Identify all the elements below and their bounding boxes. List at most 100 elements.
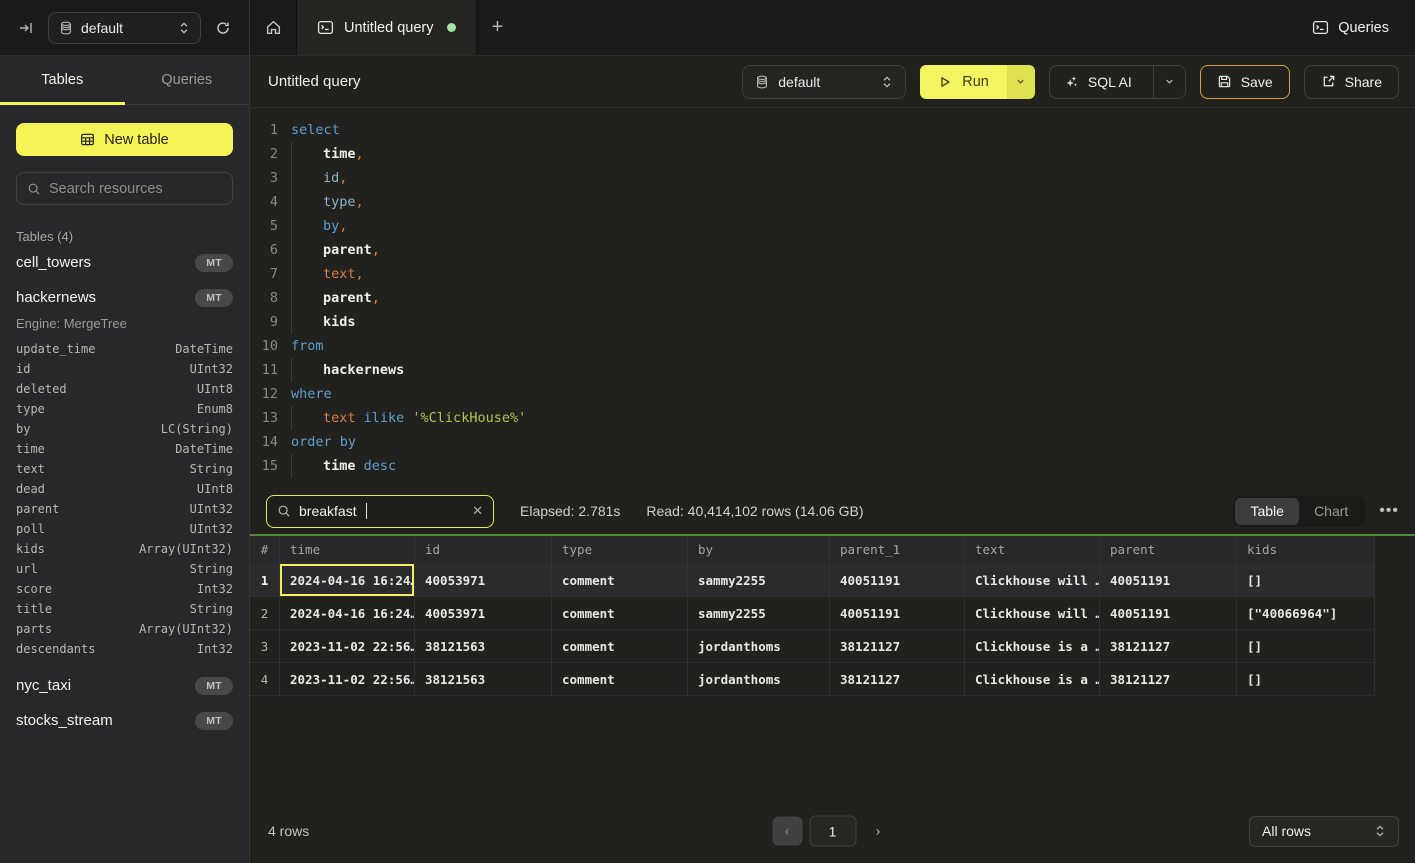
view-toggle-chart[interactable]: Chart bbox=[1299, 498, 1363, 525]
home-tab[interactable] bbox=[250, 0, 296, 55]
table-cell[interactable]: 4 bbox=[250, 663, 280, 696]
sidebar-search[interactable] bbox=[16, 172, 233, 205]
table-cell[interactable]: ["40066964"] bbox=[1237, 597, 1375, 630]
next-page-button[interactable]: › bbox=[863, 817, 893, 846]
table-cell[interactable]: 40051191 bbox=[830, 597, 965, 630]
table-cell[interactable]: 40051191 bbox=[1100, 564, 1237, 597]
selected-cell[interactable]: 2024-04-16 16:24… bbox=[280, 564, 415, 597]
table-cell[interactable]: sammy2255 bbox=[688, 564, 830, 597]
results-search[interactable]: breakfast ✕ bbox=[266, 495, 494, 528]
table-cell[interactable]: Clickhouse will … bbox=[965, 597, 1100, 630]
editor-line[interactable]: 6parent, bbox=[250, 238, 1415, 262]
table-name: stocks_stream bbox=[16, 712, 113, 729]
pagination: ‹ › bbox=[772, 816, 893, 847]
table-cell[interactable]: comment bbox=[552, 630, 688, 663]
table-cell[interactable]: 38121127 bbox=[830, 663, 965, 696]
sidebar-table-cell_towers[interactable]: cell_towersMT bbox=[16, 246, 233, 279]
header-cell: text bbox=[965, 536, 1100, 564]
query-database-selector[interactable]: default bbox=[742, 65, 906, 99]
sidebar-table-hackernews[interactable]: hackernewsMT bbox=[16, 281, 233, 314]
collapse-sidebar-button[interactable] bbox=[14, 16, 38, 40]
prev-page-button[interactable]: ‹ bbox=[772, 817, 802, 846]
sidebar-search-input[interactable] bbox=[49, 181, 222, 197]
table-cell[interactable]: comment bbox=[552, 597, 688, 630]
table-cell[interactable]: 2023-11-02 22:56… bbox=[280, 630, 415, 663]
table-cell[interactable]: 2024-04-16 16:24… bbox=[280, 597, 415, 630]
results-more-button[interactable]: ••• bbox=[1379, 502, 1399, 520]
table-cell[interactable]: Clickhouse will … bbox=[965, 564, 1100, 597]
sidebar-tab-queries[interactable]: Queries bbox=[125, 56, 250, 104]
sidebar-table-nyc_taxi[interactable]: nyc_taxiMT bbox=[16, 669, 233, 702]
run-options-button[interactable] bbox=[1007, 65, 1035, 99]
table-cell[interactable]: 2023-11-02 22:56… bbox=[280, 663, 415, 696]
table-cell[interactable]: Clickhouse is a … bbox=[965, 663, 1100, 696]
editor-line[interactable]: 12where bbox=[250, 382, 1415, 406]
editor-line[interactable]: 1select bbox=[250, 118, 1415, 142]
sql-editor[interactable]: 1select2time,3id,4type,5by,6parent,7text… bbox=[250, 108, 1415, 488]
run-button[interactable]: Run bbox=[920, 65, 1007, 99]
column-type: Array(UInt32) bbox=[139, 542, 233, 556]
editor-line[interactable]: 3id, bbox=[250, 166, 1415, 190]
table-cell[interactable]: [] bbox=[1237, 630, 1375, 663]
table-cell[interactable]: jordanthoms bbox=[688, 630, 830, 663]
table-cell[interactable]: sammy2255 bbox=[688, 597, 830, 630]
header-cell: parent bbox=[1100, 536, 1237, 564]
column-type: Int32 bbox=[197, 642, 233, 656]
table-cell[interactable]: 2 bbox=[250, 597, 280, 630]
view-toggle-table[interactable]: Table bbox=[1235, 498, 1299, 525]
table-cell[interactable]: 3 bbox=[250, 630, 280, 663]
table-cell[interactable]: jordanthoms bbox=[688, 663, 830, 696]
table-cell[interactable]: 1 bbox=[250, 564, 280, 597]
table-cell[interactable]: Clickhouse is a … bbox=[965, 630, 1100, 663]
save-button-label: Save bbox=[1241, 74, 1273, 90]
column-type: String bbox=[190, 562, 233, 576]
save-button[interactable]: Save bbox=[1200, 65, 1290, 99]
editor-line[interactable]: 5by, bbox=[250, 214, 1415, 238]
editor-line[interactable]: 9kids bbox=[250, 310, 1415, 334]
database-selector[interactable]: default bbox=[48, 12, 201, 44]
tab-untitled-query[interactable]: Untitled query bbox=[296, 0, 477, 55]
content: Tables Queries New table Tables (4) cell… bbox=[0, 56, 1415, 863]
database-icon bbox=[755, 75, 769, 89]
editor-line[interactable]: 14order by bbox=[250, 430, 1415, 454]
table-cell[interactable]: [] bbox=[1237, 564, 1375, 597]
editor-line[interactable]: 13text ilike '%ClickHouse%' bbox=[250, 406, 1415, 430]
new-table-button[interactable]: New table bbox=[16, 123, 233, 156]
table-cell[interactable]: 38121127 bbox=[1100, 663, 1237, 696]
sql-ai-options[interactable] bbox=[1153, 66, 1185, 98]
refresh-button[interactable] bbox=[211, 16, 235, 40]
page-size-selector[interactable]: All rows bbox=[1249, 816, 1399, 847]
column-name: id bbox=[16, 362, 30, 376]
share-button[interactable]: Share bbox=[1304, 65, 1399, 99]
run-button-label: Run bbox=[962, 74, 989, 90]
table-cell[interactable]: 40053971 bbox=[415, 597, 552, 630]
table-cell[interactable]: 40051191 bbox=[830, 564, 965, 597]
new-tab-button[interactable]: + bbox=[477, 0, 517, 55]
console-icon bbox=[1312, 19, 1329, 36]
table-cell[interactable]: comment bbox=[552, 663, 688, 696]
editor-line[interactable]: 10from bbox=[250, 334, 1415, 358]
chevron-down-icon bbox=[1015, 76, 1026, 87]
sql-ai-button[interactable]: SQL AI bbox=[1049, 65, 1186, 99]
editor-line[interactable]: 15time desc bbox=[250, 454, 1415, 478]
editor-line[interactable]: 4type, bbox=[250, 190, 1415, 214]
table-cell[interactable]: 38121127 bbox=[1100, 630, 1237, 663]
clear-search-button[interactable]: ✕ bbox=[472, 503, 483, 519]
table-cell[interactable]: [] bbox=[1237, 663, 1375, 696]
table-cell[interactable]: 38121127 bbox=[830, 630, 965, 663]
sidebar-tab-tables[interactable]: Tables bbox=[0, 56, 125, 104]
editor-line[interactable]: 7text, bbox=[250, 262, 1415, 286]
editor-line[interactable]: 2time, bbox=[250, 142, 1415, 166]
table-cell[interactable]: 40051191 bbox=[1100, 597, 1237, 630]
table-cell[interactable]: 40053971 bbox=[415, 564, 552, 597]
queries-button[interactable]: Queries bbox=[1312, 19, 1389, 36]
line-code: text, bbox=[291, 262, 364, 286]
table-cell[interactable]: 38121563 bbox=[415, 663, 552, 696]
table-cell[interactable]: 38121563 bbox=[415, 630, 552, 663]
table-cell[interactable]: comment bbox=[552, 564, 688, 597]
page-number-input[interactable] bbox=[809, 816, 856, 847]
column-name: title bbox=[16, 602, 52, 616]
editor-line[interactable]: 8parent, bbox=[250, 286, 1415, 310]
sidebar-table-stocks_stream[interactable]: stocks_streamMT bbox=[16, 704, 233, 737]
editor-line[interactable]: 11hackernews bbox=[250, 358, 1415, 382]
